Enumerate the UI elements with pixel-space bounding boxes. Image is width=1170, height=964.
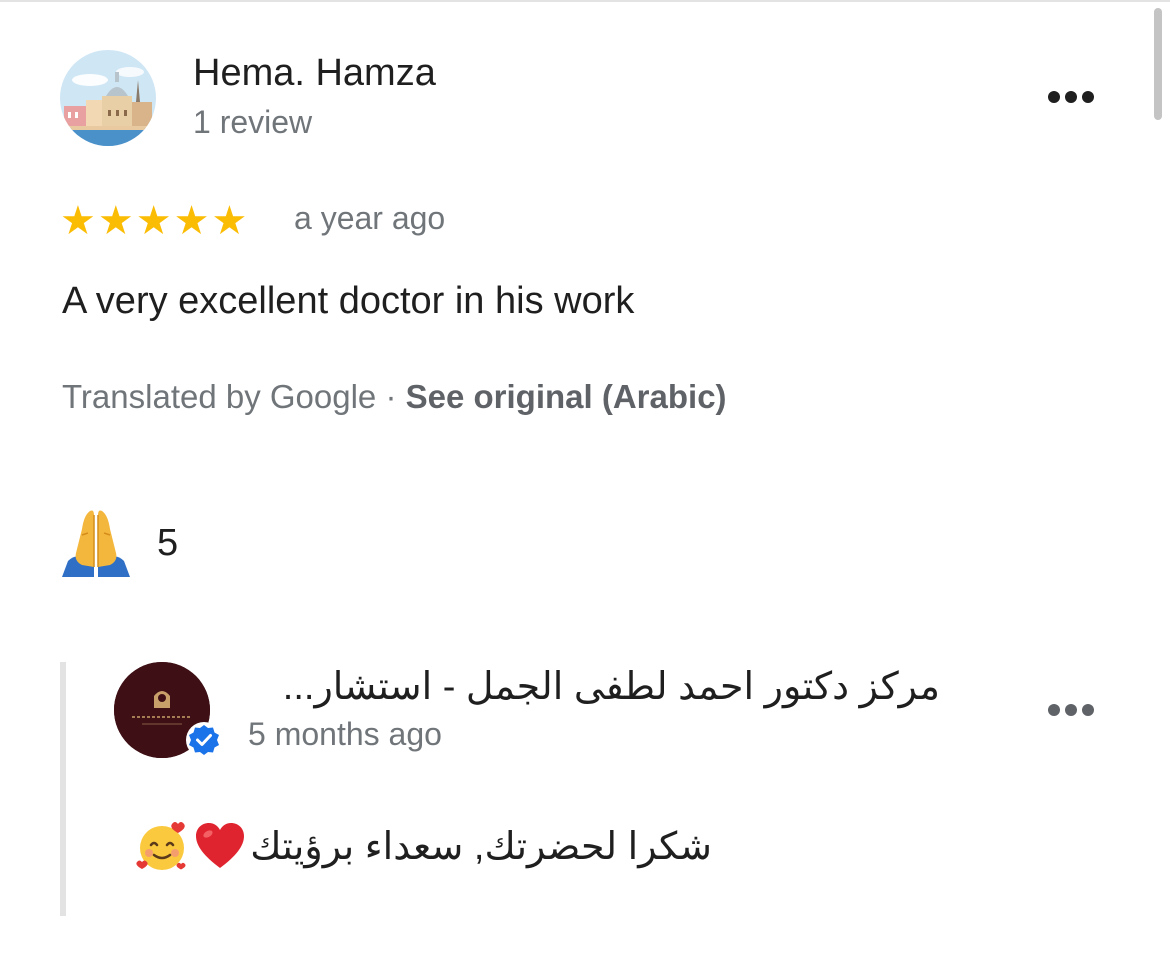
translated-by-label: Translated by Google · (62, 378, 406, 415)
reply-indent-bar (60, 662, 66, 916)
reply-text-row: شكرا لحضرتك, سعداء برؤيتك (112, 818, 712, 874)
reply-text: شكرا لحضرتك, سعداء برؤيتك (250, 825, 712, 868)
reviewer-avatar[interactable] (60, 50, 156, 146)
more-options-icon[interactable] (1048, 91, 1094, 103)
reaction-count: 5 (157, 522, 179, 564)
star-icon: ★ (211, 199, 248, 243)
star-icon: ★ (97, 199, 134, 243)
top-divider (0, 0, 1170, 2)
translation-note: Translated by Google · See original (Ara… (62, 378, 727, 416)
reply-more-options-icon[interactable] (1048, 704, 1094, 716)
verified-badge-icon (186, 722, 222, 758)
see-original-link[interactable]: See original (Arabic) (406, 378, 727, 415)
star-icon: ★ (60, 199, 96, 243)
scrollbar[interactable] (1154, 8, 1162, 120)
folded-hands-icon[interactable] (60, 505, 132, 577)
owner-name[interactable]: مركز دكتور احمد لطفى الجمل - استشار... (248, 664, 940, 709)
review-count: 1 review (193, 104, 313, 140)
red-heart-icon (194, 820, 246, 872)
review-time: a year ago (294, 200, 446, 236)
reviewer-name[interactable]: Hema. Hamza (193, 52, 436, 95)
star-rating: ★ ★ ★ ★ ★ (60, 199, 247, 243)
smiling-face-with-hearts-icon (134, 818, 190, 874)
review-text: A very excellent doctor in his work (62, 280, 635, 322)
reply-time: 5 months ago (248, 716, 442, 752)
star-icon: ★ (173, 199, 210, 243)
star-icon: ★ (135, 199, 172, 243)
